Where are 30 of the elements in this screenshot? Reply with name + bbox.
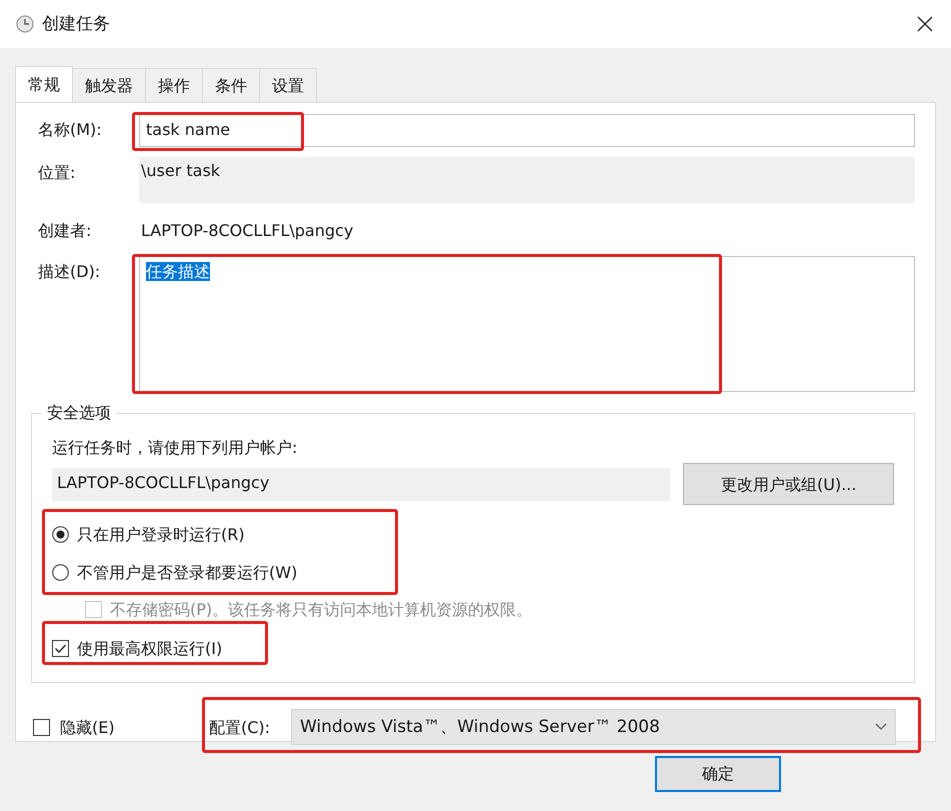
- field-label: 配置(C):: [209, 718, 272, 737]
- radio-button[interactable]: [52, 564, 69, 581]
- checkbox[interactable]: [33, 718, 50, 736]
- account-prompt: 运行任务时，请使用下列用户帐户:: [52, 438, 298, 458]
- option-label: 只在用户登录时运行(R): [77, 524, 245, 544]
- tab[interactable]: 常规: [15, 66, 73, 103]
- field-label: 名称(M):: [38, 119, 103, 141]
- account-value: LAPTOP-8COCLLFL\pangcy: [52, 468, 670, 501]
- chevron-down-icon: [875, 723, 887, 732]
- tab[interactable]: 设置: [259, 68, 317, 102]
- window-title: 创建任务: [42, 14, 111, 34]
- option-label: 不存储密码(P)。该任务将只有访问本地计算机资源的权限。: [110, 600, 532, 619]
- change-user-button[interactable]: 更改用户或组(U)...: [683, 463, 894, 506]
- close-icon: [917, 16, 933, 32]
- option-label: 隐藏(E): [60, 718, 115, 737]
- group-title: 安全选项: [42, 403, 116, 422]
- name-field[interactable]: task name: [139, 114, 915, 147]
- ok-button[interactable]: 确定: [655, 756, 781, 792]
- radio-button[interactable]: [52, 526, 69, 543]
- clock-icon: [16, 15, 34, 33]
- author-value: LAPTOP-8COCLLFL\pangcy: [140, 220, 354, 242]
- description-field[interactable]: 任务描述: [139, 256, 915, 392]
- field-label: 位置:: [38, 162, 76, 184]
- checkbox[interactable]: [52, 640, 69, 657]
- location-value: \user task: [139, 157, 915, 203]
- option-label: 使用最高权限运行(I): [77, 638, 222, 658]
- field-label: 创建者:: [38, 220, 92, 242]
- option-label: 不管用户是否登录都要运行(W): [77, 562, 298, 582]
- field-label: 描述(D):: [38, 261, 102, 284]
- configure-dropdown[interactable]: Windows Vista™、Windows Server™ 2008: [291, 709, 896, 746]
